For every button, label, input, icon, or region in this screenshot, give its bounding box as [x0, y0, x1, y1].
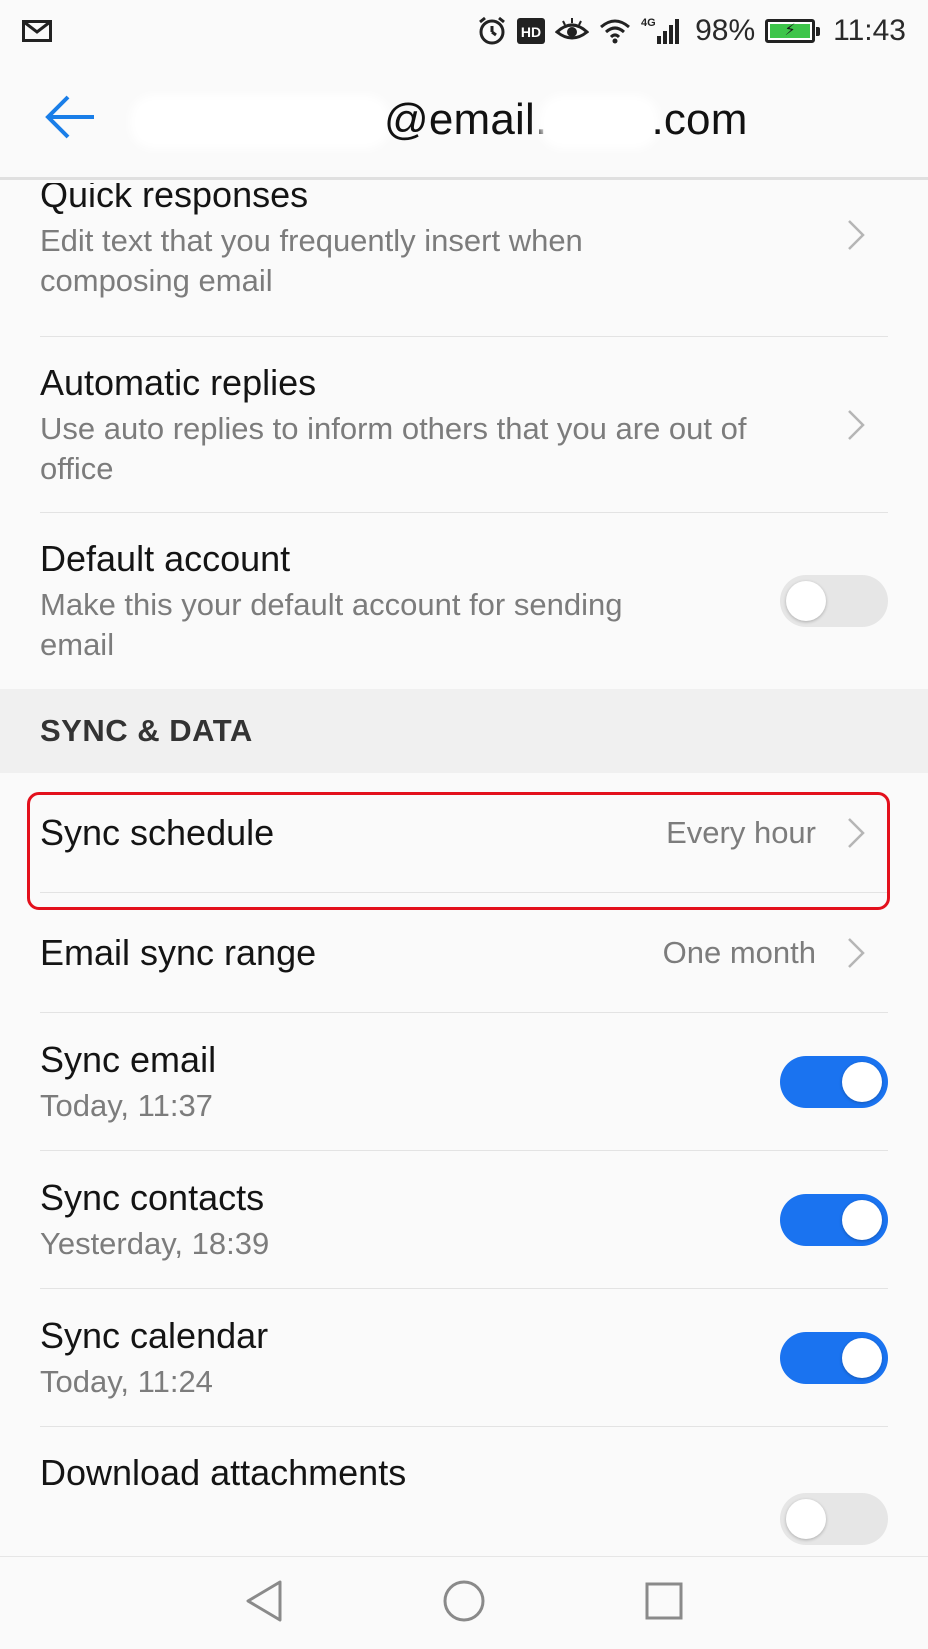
status-bar: HD 4G 98% ⚡ 11:43 — [0, 0, 928, 62]
sync-contacts-row[interactable]: Sync contacts Yesterday, 18:39 — [40, 1151, 888, 1289]
default-account-subtitle: Make this your default account for sendi… — [40, 587, 623, 662]
home-circle-icon — [442, 1579, 486, 1628]
back-button[interactable] — [0, 61, 140, 179]
quick-responses-subtitle: Edit text that you frequently insert whe… — [40, 223, 583, 298]
sync-email-toggle[interactable] — [780, 1055, 888, 1108]
battery-icon: ⚡ — [765, 19, 821, 43]
chevron-right-icon — [844, 219, 868, 251]
wifi-icon — [599, 18, 631, 44]
arrow-left-icon — [44, 95, 96, 144]
sync-schedule-title: Sync schedule — [40, 811, 275, 853]
network-label: 4G — [641, 17, 656, 29]
automatic-replies-subtitle: Use auto replies to inform others that y… — [40, 410, 747, 486]
sync-contacts-last-synced: Yesterday, 18:39 — [40, 1225, 270, 1261]
download-attachments-toggle[interactable] — [780, 1493, 888, 1545]
battery-percent: 98% — [695, 14, 756, 47]
sync-calendar-toggle[interactable] — [780, 1331, 888, 1384]
sync-email-row[interactable]: Sync email Today, 11:37 — [40, 1013, 888, 1151]
nav-home-button[interactable] — [434, 1573, 494, 1633]
default-account-title: Default account — [40, 538, 291, 579]
hd-icon: HD — [517, 18, 546, 44]
sync-contacts-toggle[interactable] — [780, 1193, 888, 1246]
account-email-title: @email. .com — [140, 95, 748, 145]
chevron-right-icon — [844, 817, 868, 849]
alarm-icon — [477, 16, 507, 46]
email-sync-range-value: One month — [662, 934, 816, 970]
mail-icon — [22, 20, 52, 42]
quick-responses-title: Quick responses — [40, 183, 309, 215]
redacted-domain — [549, 104, 650, 139]
chevron-right-icon — [844, 937, 868, 969]
redacted-username — [140, 104, 380, 139]
back-triangle-icon — [244, 1579, 284, 1628]
sync-calendar-title: Sync calendar — [40, 1314, 269, 1356]
system-nav-bar — [0, 1556, 928, 1649]
default-account-row[interactable]: Default account Make this your default a… — [40, 513, 888, 689]
email-sync-range-title: Email sync range — [40, 931, 317, 973]
eye-comfort-icon — [555, 18, 590, 44]
settings-list[interactable]: Quick responses Edit text that you frequ… — [0, 183, 928, 1556]
sync-schedule-row[interactable]: Sync schedule Every hour — [40, 773, 888, 893]
automatic-replies-title: Automatic replies — [40, 361, 317, 403]
sync-calendar-row[interactable]: Sync calendar Today, 11:24 — [40, 1289, 888, 1427]
sync-schedule-value: Every hour — [666, 814, 816, 850]
svg-text:HD: HD — [521, 24, 541, 40]
recents-square-icon — [644, 1581, 684, 1626]
download-attachments-title: Download attachments — [40, 1452, 407, 1493]
default-account-toggle[interactable] — [780, 575, 888, 627]
sync-email-last-synced: Today, 11:37 — [40, 1087, 213, 1123]
sync-calendar-last-synced: Today, 11:24 — [40, 1363, 213, 1399]
app-header: @email. .com — [0, 62, 928, 180]
signal-4g-icon: 4G — [641, 16, 685, 46]
sync-email-title: Sync email — [40, 1038, 217, 1080]
email-sync-range-row[interactable]: Email sync range One month — [40, 893, 888, 1013]
section-header-sync-data: SYNC & DATA — [0, 689, 928, 773]
clock: 11:43 — [833, 14, 906, 47]
download-attachments-row[interactable]: Download attachments — [40, 1427, 888, 1547]
chevron-right-icon — [844, 409, 868, 441]
sync-contacts-title: Sync contacts — [40, 1176, 265, 1218]
automatic-replies-row[interactable]: Automatic replies Use auto replies to in… — [40, 337, 888, 513]
nav-back-button[interactable] — [234, 1573, 294, 1633]
quick-responses-row[interactable]: Quick responses Edit text that you frequ… — [40, 183, 888, 337]
nav-recents-button[interactable] — [634, 1573, 694, 1633]
